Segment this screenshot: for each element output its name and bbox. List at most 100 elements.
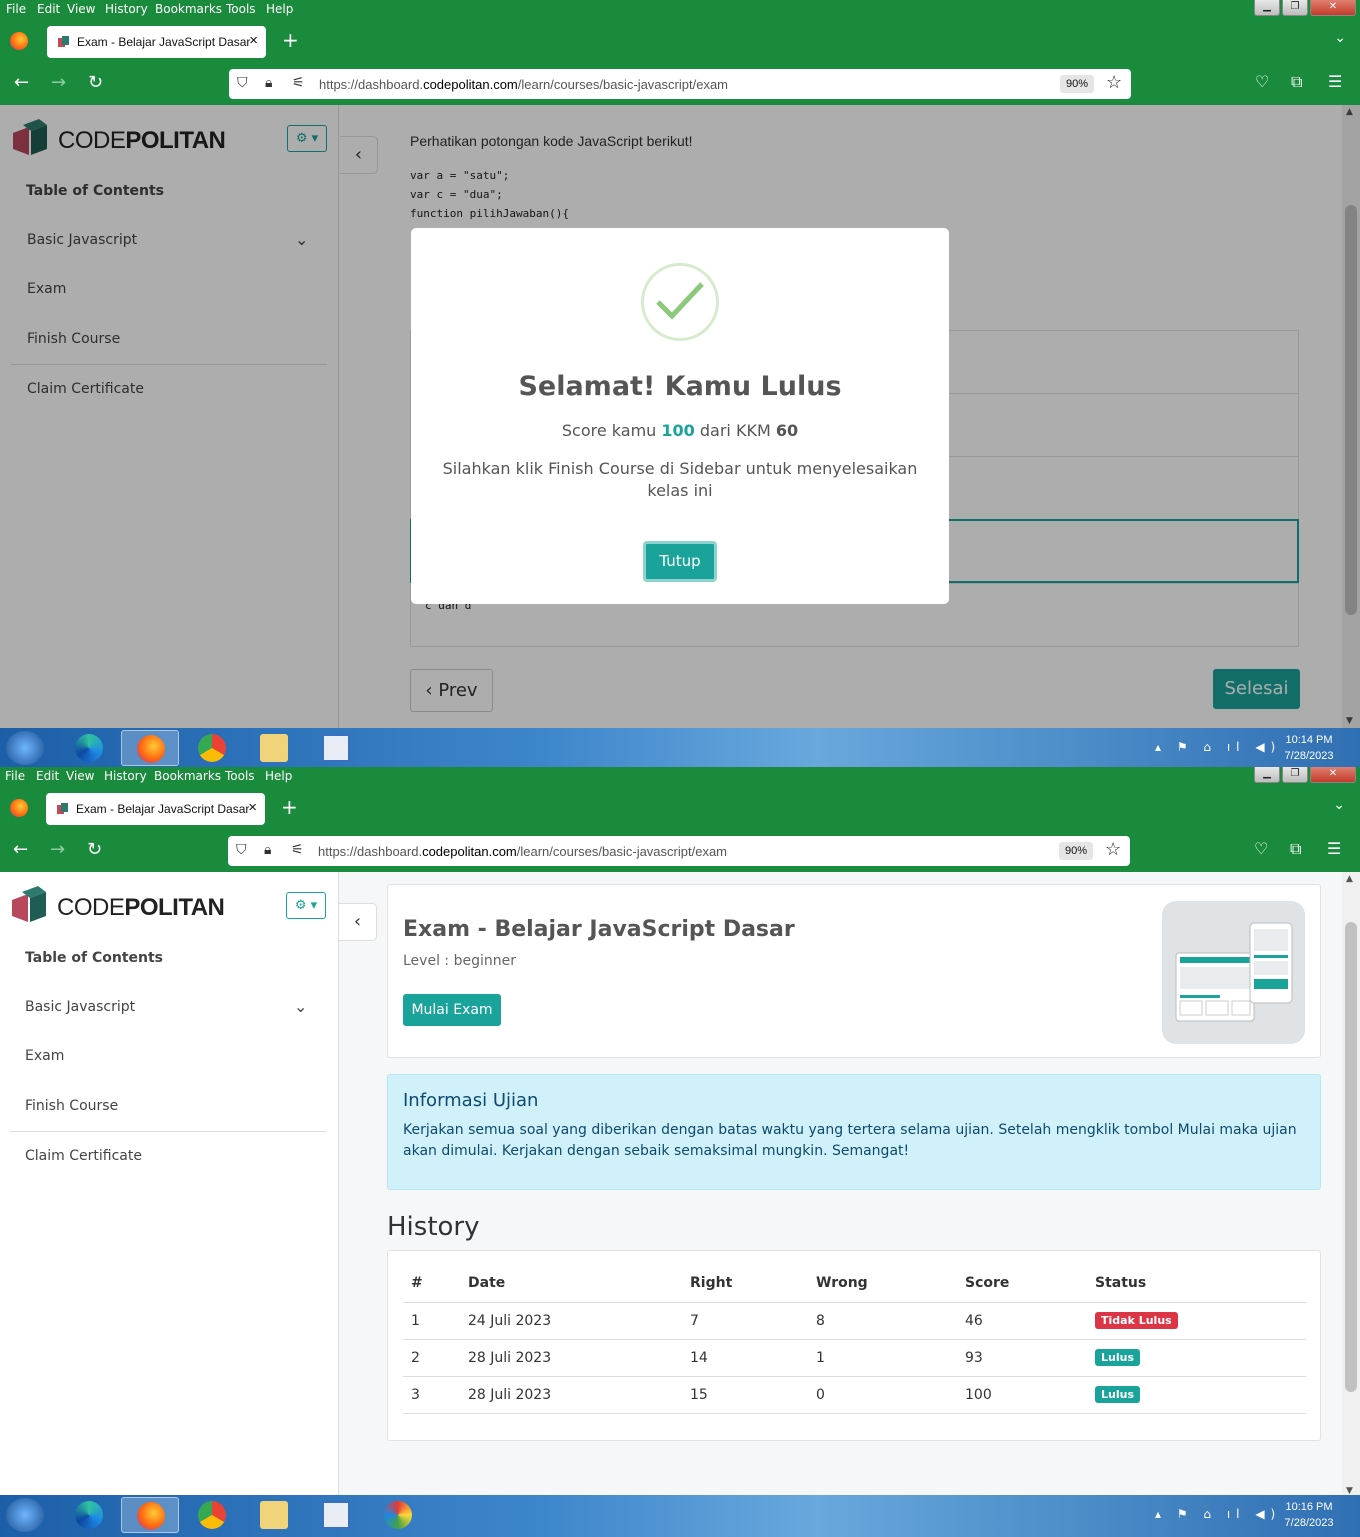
sidebar-item-claim-certificate[interactable]: Claim Certificate xyxy=(25,1148,142,1164)
menu-view[interactable]: View xyxy=(67,2,95,16)
menu-bookmarks[interactable]: Bookmarks xyxy=(154,769,221,783)
shield-icon[interactable]: ⛉ xyxy=(236,841,247,858)
reload-icon[interactable]: ↻ xyxy=(88,72,103,93)
cell-score: 93 xyxy=(957,1339,1087,1377)
menu-edit[interactable]: Edit xyxy=(37,2,60,16)
list-tabs-icon[interactable]: ⌄ xyxy=(1334,30,1346,46)
sidebar-item-finish-course[interactable]: Finish Course xyxy=(25,1098,118,1114)
sidebar-item-basic-javascript[interactable]: Basic Javascript xyxy=(25,999,135,1015)
hamburger-menu-icon[interactable]: ☰ xyxy=(1327,839,1341,858)
start-exam-button[interactable]: Mulai Exam xyxy=(403,994,501,1026)
scroll-up-icon[interactable]: ▲ xyxy=(1346,874,1353,884)
modal-message: Silahkan klik Finish Course di Sidebar u… xyxy=(442,459,918,500)
menu-file[interactable]: File xyxy=(6,2,26,16)
exam-illustration xyxy=(1162,901,1305,1044)
extensions-icon[interactable]: ⧉ xyxy=(1290,839,1301,859)
back-icon[interactable]: ← xyxy=(14,72,29,93)
codepolitan-favicon-icon xyxy=(58,36,69,47)
menu-tools[interactable]: Tools xyxy=(226,2,256,16)
tab-close-icon[interactable]: × xyxy=(249,32,258,49)
restore-button[interactable]: ❐ xyxy=(1282,0,1308,16)
url-bar[interactable]: ⛉ 🔒︎ ⚟ https://dashboard.codepolitan.com… xyxy=(228,836,1130,866)
close-window-button[interactable]: ✕ xyxy=(1310,0,1356,16)
menu-history[interactable]: History xyxy=(105,2,148,16)
zoom-level[interactable]: 90% xyxy=(1059,842,1093,860)
menu-history[interactable]: History xyxy=(104,769,147,783)
reload-icon[interactable]: ↻ xyxy=(87,839,102,860)
browser-tab[interactable]: Exam - Belajar JavaScript Dasar × xyxy=(47,26,266,58)
taskbar-firefox[interactable] xyxy=(121,730,179,766)
tab-close-icon[interactable]: × xyxy=(248,799,257,816)
extensions-icon[interactable]: ⧉ xyxy=(1291,72,1302,92)
taskbar-paint[interactable] xyxy=(369,1497,427,1533)
taskbar-explorer[interactable] xyxy=(245,1497,303,1533)
column-header: Score xyxy=(957,1265,1087,1303)
permissions-icon[interactable]: ⚟ xyxy=(291,841,304,858)
taskbar-edge[interactable] xyxy=(60,1497,118,1533)
menu-help[interactable]: Help xyxy=(266,2,293,16)
url-bar[interactable]: ⛉ 🔒︎ ⚟ https://dashboard.codepolitan.com… xyxy=(229,69,1131,99)
url-text[interactable]: https://dashboard.codepolitan.com/learn/… xyxy=(319,77,728,92)
sidebar-item-exam[interactable]: Exam xyxy=(25,1048,64,1064)
clock-time: 10:14 PM xyxy=(1285,734,1333,746)
url-text[interactable]: https://dashboard.codepolitan.com/learn/… xyxy=(318,844,727,859)
bookmark-star-icon[interactable]: ☆ xyxy=(1106,72,1122,93)
screenshot-exam-page: File Edit View History Bookmarks Tools H… xyxy=(0,767,1360,1537)
permissions-icon[interactable]: ⚟ xyxy=(292,74,305,91)
menu-tools[interactable]: Tools xyxy=(225,769,255,783)
chevron-down-icon[interactable]: ⌄ xyxy=(294,997,307,1016)
menu-help[interactable]: Help xyxy=(265,769,292,783)
page-content: CODEPOLITAN ⚙ ▾ Table of Contents Basic … xyxy=(0,105,1360,728)
pocket-icon[interactable]: ♡ xyxy=(1255,72,1269,91)
start-button-icon[interactable] xyxy=(6,731,44,765)
clock[interactable]: 10:16 PM 7/28/2023 xyxy=(1280,1499,1338,1531)
list-tabs-icon[interactable]: ⌄ xyxy=(1333,797,1345,813)
scroll-thumb[interactable] xyxy=(1345,922,1357,1392)
forward-icon[interactable]: → xyxy=(51,72,66,93)
hamburger-menu-icon[interactable]: ☰ xyxy=(1328,72,1342,91)
new-tab-icon[interactable]: + xyxy=(282,28,299,52)
taskbar-wordpad[interactable] xyxy=(307,1497,365,1533)
lock-icon[interactable]: 🔒︎ xyxy=(265,74,272,91)
pocket-icon[interactable]: ♡ xyxy=(1254,839,1268,858)
browser-tab[interactable]: Exam - Belajar JavaScript Dasar × xyxy=(46,793,265,825)
shield-icon[interactable]: ⛉ xyxy=(237,74,248,91)
menu-file[interactable]: File xyxy=(5,769,25,783)
close-modal-button[interactable]: Tutup xyxy=(643,541,717,582)
status-badge: Lulus xyxy=(1095,1386,1140,1403)
clock[interactable]: 10:14 PM 7/28/2023 xyxy=(1280,732,1338,764)
taskbar-explorer[interactable] xyxy=(245,730,303,766)
firefox-view-icon[interactable] xyxy=(10,32,28,50)
clock-date: 7/28/2023 xyxy=(1284,1517,1334,1529)
settings-dropdown-button[interactable]: ⚙ ▾ xyxy=(286,892,326,919)
restore-button[interactable]: ❐ xyxy=(1282,767,1308,783)
back-icon[interactable]: ← xyxy=(13,839,28,860)
menu-bookmarks[interactable]: Bookmarks xyxy=(155,2,222,16)
bookmark-star-icon[interactable]: ☆ xyxy=(1105,839,1121,860)
menu-view[interactable]: View xyxy=(66,769,94,783)
minimize-button[interactable]: ▁ xyxy=(1254,767,1280,783)
lock-icon[interactable]: 🔒︎ xyxy=(264,841,271,858)
firefox-view-icon[interactable] xyxy=(10,799,28,817)
taskbar-chrome[interactable] xyxy=(183,730,241,766)
collapse-sidebar-button[interactable]: ‹ xyxy=(339,903,377,941)
taskbar-firefox[interactable] xyxy=(121,1497,179,1533)
new-tab-icon[interactable]: + xyxy=(281,795,298,819)
taskbar-wordpad[interactable] xyxy=(307,730,365,766)
column-header: Wrong xyxy=(808,1265,957,1303)
system-tray-icons[interactable]: ▴ ⚑ ⌂ ıl ◀) xyxy=(1155,1507,1281,1521)
system-tray-icons[interactable]: ▴ ⚑ ⌂ ıl ◀) xyxy=(1155,740,1281,754)
close-window-button[interactable]: ✕ xyxy=(1310,767,1356,783)
zoom-level[interactable]: 90% xyxy=(1060,75,1094,93)
taskbar: ▴ ⚑ ⌂ ıl ◀) 10:14 PM 7/28/2023 xyxy=(0,728,1360,767)
taskbar-edge[interactable] xyxy=(60,730,118,766)
nav-bar: ← → ↻ ⛉ 🔒︎ ⚟ https://dashboard.codepolit… xyxy=(0,62,1360,105)
taskbar-chrome[interactable] xyxy=(183,1497,241,1533)
start-button-icon[interactable] xyxy=(6,1498,44,1532)
minimize-button[interactable]: ▁ xyxy=(1254,0,1280,16)
scrollbar[interactable]: ▲ ▼ xyxy=(1342,872,1360,1498)
folder-icon xyxy=(260,1501,288,1529)
menu-edit[interactable]: Edit xyxy=(36,769,59,783)
forward-icon[interactable]: → xyxy=(50,839,65,860)
codepolitan-logo[interactable]: CODEPOLITAN xyxy=(10,886,225,928)
